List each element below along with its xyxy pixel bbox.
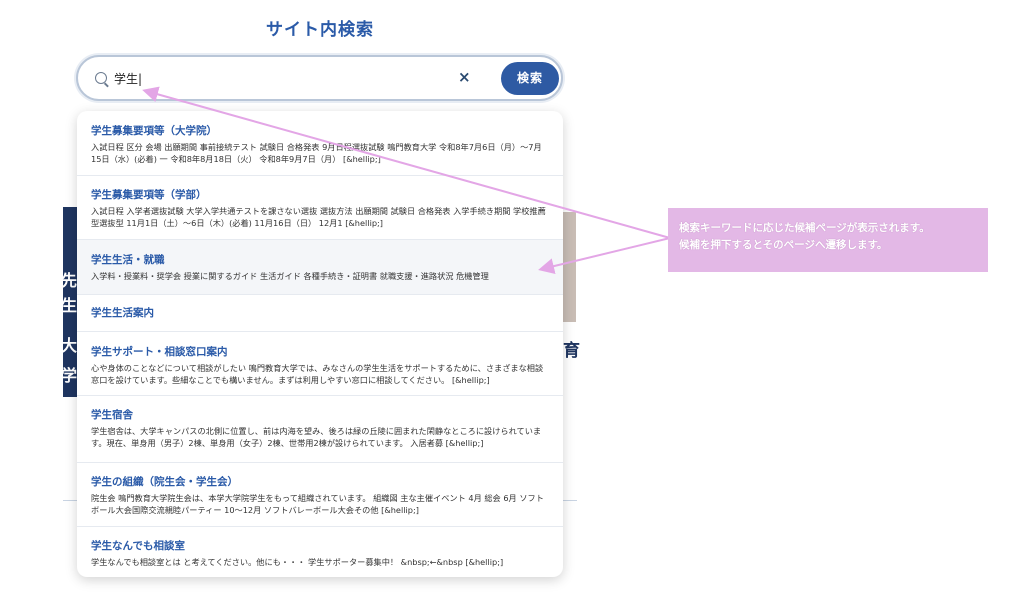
- annotation-callout: 検索キーワードに応じた候補ページが表示されます。 候補を押下するとそのページへ遷…: [668, 208, 988, 272]
- annotation-arrow-to-suggestion: [538, 237, 671, 274]
- annotation-callout-text: 検索キーワードに応じた候補ページが表示されます。 候補を押下するとそのページへ遷…: [679, 222, 930, 251]
- annotation-arrows: [142, 86, 671, 274]
- annotation-arrow-to-search: [142, 86, 671, 239]
